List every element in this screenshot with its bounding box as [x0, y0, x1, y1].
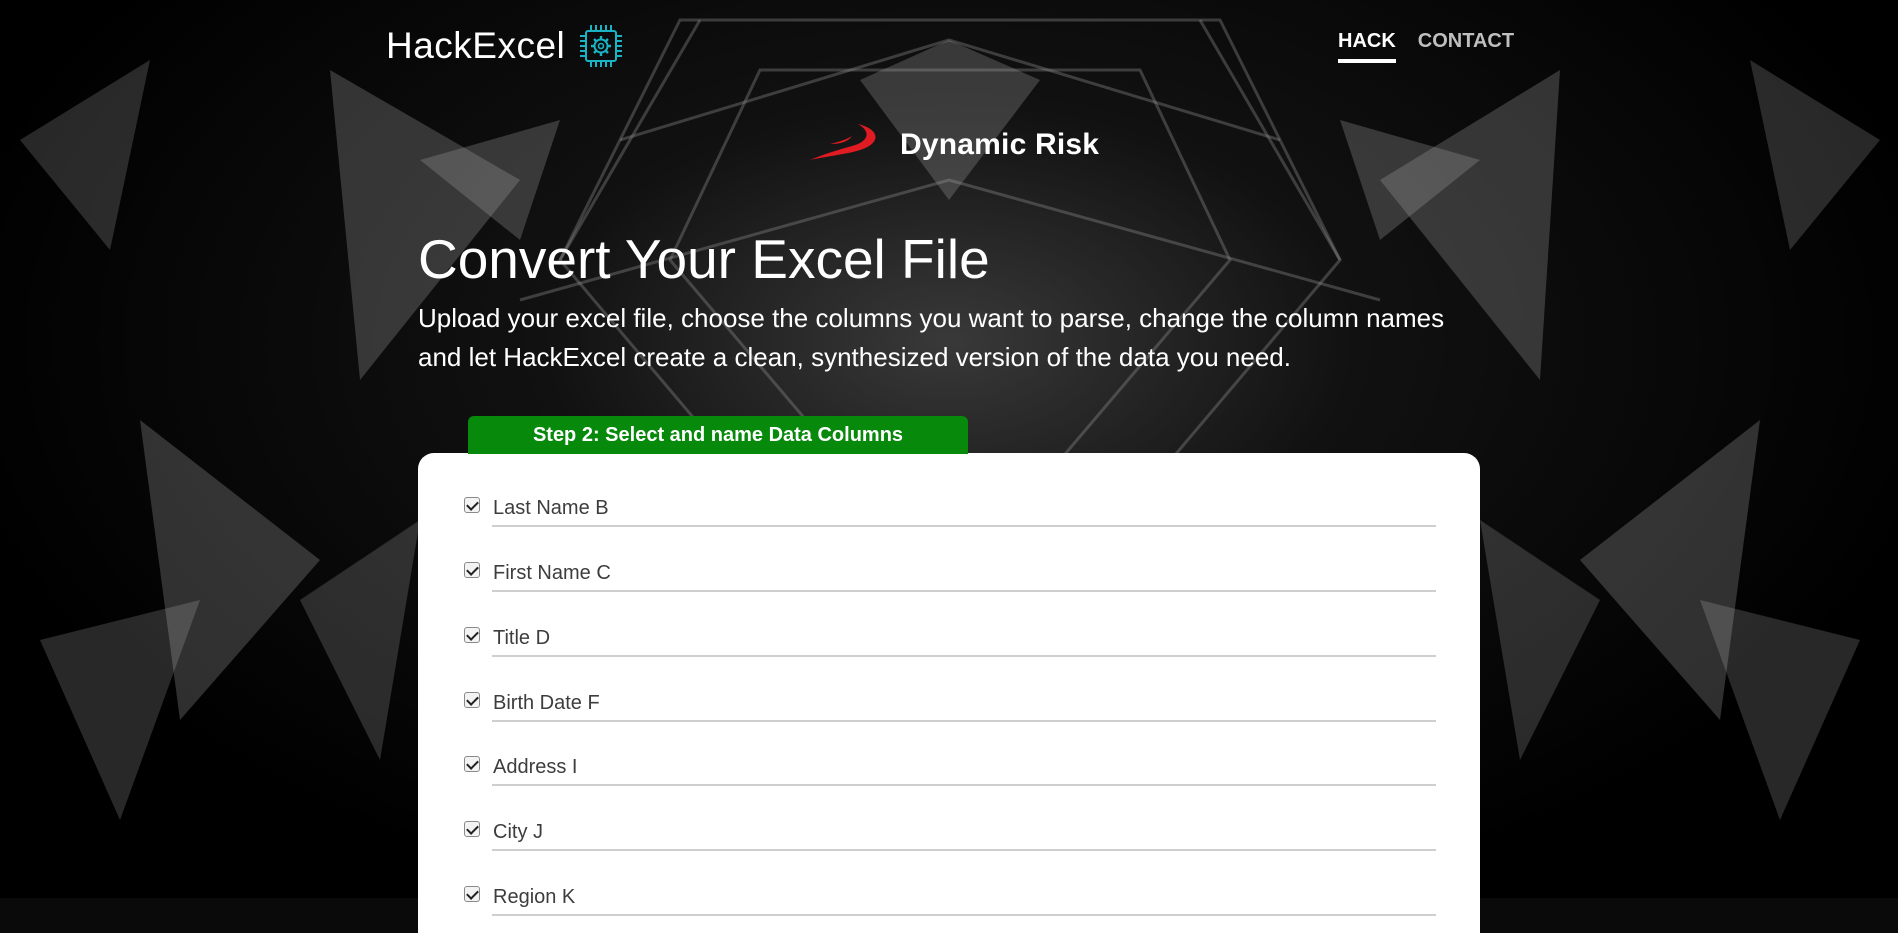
main-nav: HACK CONTACT [1338, 30, 1514, 63]
column-name-input[interactable] [492, 485, 1436, 527]
page-description: Upload your excel file, choose the colum… [418, 303, 1445, 372]
column-row [464, 809, 1436, 853]
column-checkbox[interactable] [464, 497, 480, 513]
nav-hack[interactable]: HACK [1338, 30, 1396, 63]
page-title: Convert Your Excel File [418, 228, 990, 290]
column-checkbox[interactable] [464, 627, 480, 643]
column-row [464, 680, 1436, 724]
chip-gear-icon [579, 24, 623, 68]
column-row [464, 485, 1436, 529]
column-name-input[interactable] [492, 680, 1436, 722]
swoosh-logo-icon [808, 120, 888, 169]
column-checkbox[interactable] [464, 756, 480, 772]
site-header: HackExcel HACK CONTACT [0, 0, 1898, 100]
brand[interactable]: HackExcel [386, 24, 623, 68]
column-row [464, 550, 1436, 594]
brand-name[interactable]: HackExcel [386, 25, 565, 67]
column-checkbox[interactable] [464, 692, 480, 708]
logo-text: Dynamic Risk [900, 127, 1100, 161]
column-row [464, 744, 1436, 788]
column-name-input[interactable] [492, 615, 1436, 657]
column-name-input[interactable] [492, 874, 1436, 916]
column-checkbox[interactable] [464, 886, 480, 902]
column-name-input[interactable] [492, 550, 1436, 592]
step-2-tab: Step 2: Select and name Data Columns [468, 416, 968, 454]
column-name-input[interactable] [492, 809, 1436, 851]
column-checkbox[interactable] [464, 821, 480, 837]
column-checkbox[interactable] [464, 562, 480, 578]
hero: Convert Your Excel File Upload your exce… [418, 225, 1518, 377]
nav-contact[interactable]: CONTACT [1418, 30, 1514, 63]
column-name-input[interactable] [492, 744, 1436, 786]
column-row [464, 874, 1436, 918]
dynamic-risk-logo: Dynamic Risk [808, 120, 1099, 169]
column-row [464, 615, 1436, 659]
column-selection-card [418, 453, 1480, 933]
